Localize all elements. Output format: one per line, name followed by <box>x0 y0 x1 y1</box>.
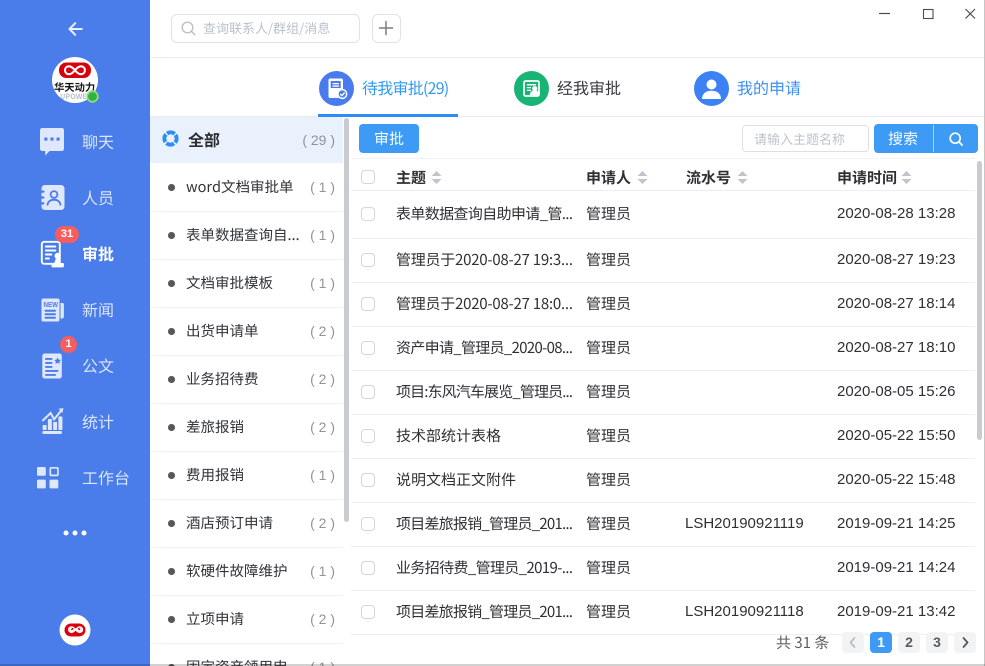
svg-text:NEW: NEW <box>44 300 59 309</box>
